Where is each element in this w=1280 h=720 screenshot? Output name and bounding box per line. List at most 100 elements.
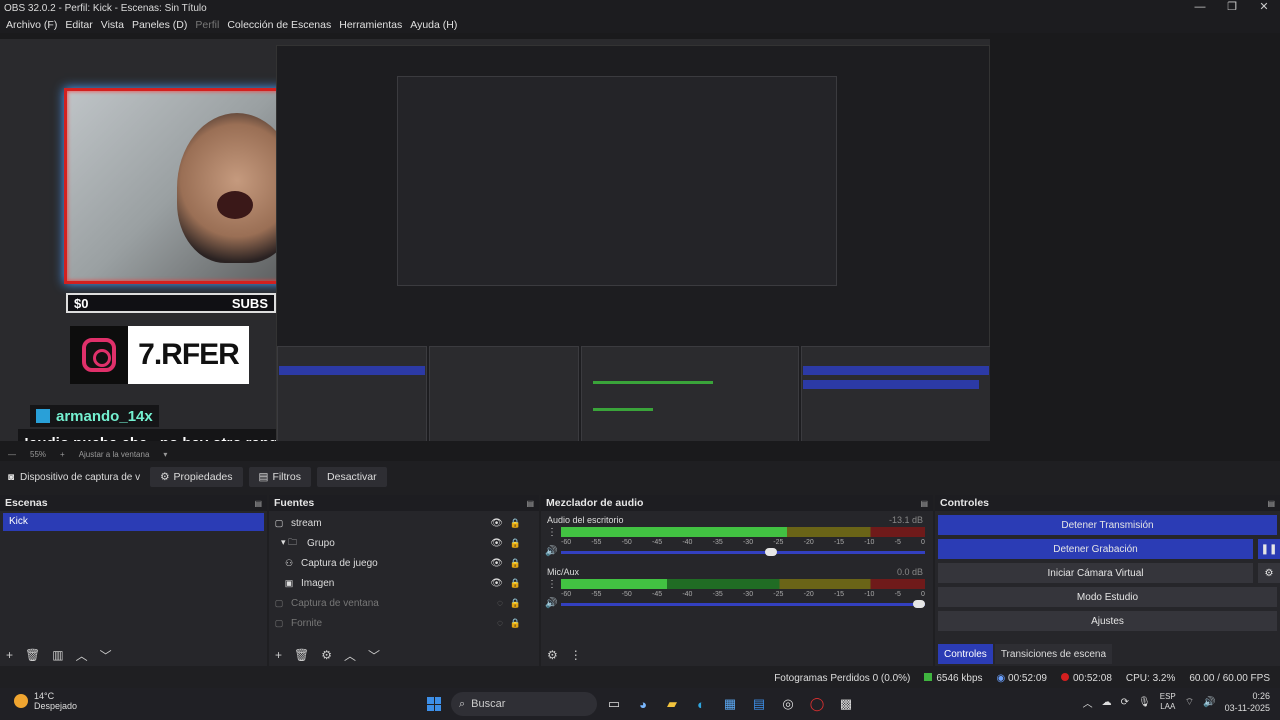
tray-chevron-icon[interactable]: ︿ xyxy=(1083,695,1093,710)
menu-herramientas[interactable]: Herramientas xyxy=(335,19,406,31)
menu-paneles[interactable]: Paneles (D) xyxy=(128,19,191,31)
speaker-icon[interactable]: 🔊 xyxy=(545,598,557,609)
dock-menu-icon[interactable]: ▤ xyxy=(526,499,534,508)
taskbar-search[interactable]: ⌕ Buscar xyxy=(451,692,597,716)
source-item[interactable]: ▢ Captura de ventana ◌ 🔒 xyxy=(269,593,539,613)
menu-archivo[interactable]: Archivo (F) xyxy=(2,19,61,31)
preview-canvas[interactable]: $0 SUBS 7.RFER armando_14x !audio pucha … xyxy=(0,39,990,441)
properties-button[interactable]: ⚙ Propiedades xyxy=(150,467,243,487)
eye-hidden-icon[interactable]: ◌ xyxy=(497,598,503,609)
advanced-audio-icon[interactable]: ⚙ xyxy=(547,648,558,662)
maximize-button[interactable]: ❐ xyxy=(1216,0,1248,16)
menu-editar[interactable]: Editar xyxy=(61,19,96,31)
filters-button[interactable]: ▤ Filtros xyxy=(248,467,312,487)
preview-area[interactable]: $0 SUBS 7.RFER armando_14x !audio pucha … xyxy=(0,33,1280,447)
virtual-camera-button[interactable]: Iniciar Cámara Virtual ⚙ xyxy=(938,563,1280,583)
zoom-out-icon[interactable]: — xyxy=(8,450,16,459)
stream-icon: ◉ xyxy=(996,672,1009,684)
eye-icon[interactable]: 👁 xyxy=(490,578,503,589)
lock-icon[interactable]: 🔒 xyxy=(510,618,521,629)
eye-icon[interactable]: 👁 xyxy=(490,538,503,549)
wifi-icon[interactable]: ⌔ xyxy=(1185,696,1194,709)
source-item[interactable]: ▢ stream 👁 🔒 xyxy=(269,513,539,533)
lock-icon[interactable]: 🔒 xyxy=(510,598,521,609)
minimize-button[interactable]: — xyxy=(1184,0,1216,16)
gear-icon[interactable]: ⚙ xyxy=(1258,563,1280,583)
menu-bar: Archivo (F) Editar Vista Paneles (D) Per… xyxy=(0,16,1280,33)
gear-icon[interactable]: ⚙ xyxy=(321,648,332,662)
edge-icon[interactable]: ◐ xyxy=(691,694,711,714)
speaker-icon[interactable]: 🔊 xyxy=(545,546,557,557)
menu-ayuda[interactable]: Ayuda (H) xyxy=(406,19,461,31)
channel-menu-icon[interactable]: ⋮ xyxy=(547,579,557,590)
move-down-icon[interactable]: ﹀ xyxy=(100,647,112,664)
close-button[interactable]: ✕ xyxy=(1248,0,1280,16)
zoom-fit[interactable]: Ajustar a la ventana xyxy=(79,450,150,459)
menu-coleccion-escenas[interactable]: Colección de Escenas xyxy=(223,19,335,31)
menu-vista[interactable]: Vista xyxy=(97,19,128,31)
move-down-icon[interactable]: ﹀ xyxy=(368,647,380,664)
more-icon[interactable]: ⋮ xyxy=(570,648,582,662)
instagram-icon xyxy=(82,338,116,372)
eye-hidden-icon[interactable]: ◌ xyxy=(497,618,503,629)
weather-widget[interactable]: 14°C Despejado xyxy=(14,691,77,711)
tab-transitions[interactable]: Transiciones de escena xyxy=(994,644,1113,664)
dock-menu-icon[interactable]: ▤ xyxy=(920,499,928,508)
zoom-dropdown-icon[interactable]: ▾ xyxy=(163,450,167,459)
lock-icon[interactable]: 🔒 xyxy=(510,558,521,569)
opera-icon[interactable]: ◯ xyxy=(807,694,827,714)
streamer-mouth xyxy=(217,191,253,219)
add-icon[interactable]: + xyxy=(6,648,13,662)
channel-menu-icon[interactable]: ⋮ xyxy=(547,527,557,538)
menu-perfil[interactable]: Perfil xyxy=(191,19,223,31)
deactivate-button[interactable]: Desactivar xyxy=(317,467,387,487)
app-icon[interactable]: ▤ xyxy=(749,694,769,714)
volume-fader[interactable] xyxy=(561,600,925,608)
filter-icon[interactable]: ▥ xyxy=(52,648,63,662)
lang-top: ESP xyxy=(1159,692,1176,701)
volume-fader[interactable] xyxy=(561,548,925,556)
lang-bottom: LAA xyxy=(1160,702,1176,711)
dock-menu-icon[interactable]: ▤ xyxy=(254,499,262,508)
move-up-icon[interactable]: ︿ xyxy=(76,647,88,664)
lock-icon[interactable]: 🔒 xyxy=(510,518,521,529)
language-indicator[interactable]: ESP LAA xyxy=(1160,692,1176,712)
obs-icon[interactable]: ◎ xyxy=(778,694,798,714)
volume-icon[interactable]: 🔊 xyxy=(1203,697,1215,708)
fader-knob[interactable] xyxy=(913,600,925,608)
source-item[interactable]: ▣ Imagen 👁 🔒 xyxy=(269,573,539,593)
nested-stop-stream xyxy=(803,366,989,375)
source-item[interactable]: ▾ 🗀 Grupo 👁 🔒 xyxy=(269,533,539,553)
studio-mode-button[interactable]: Modo Estudio xyxy=(938,587,1277,607)
move-up-icon[interactable]: ︿ xyxy=(344,647,356,664)
remove-icon[interactable]: 🗑 xyxy=(25,648,40,662)
source-item[interactable]: ⚇ Captura de juego 👁 🔒 xyxy=(269,553,539,573)
zoom-in-icon[interactable]: + xyxy=(60,450,65,459)
scene-item-kick[interactable]: Kick xyxy=(3,513,264,531)
remove-icon[interactable]: 🗑 xyxy=(294,648,309,662)
mic-icon[interactable]: 🎙 xyxy=(1138,697,1151,708)
tab-controls[interactable]: Controles xyxy=(938,644,993,664)
copilot-icon[interactable]: ◕ xyxy=(633,694,653,714)
onedrive-icon[interactable]: ☁ xyxy=(1102,697,1112,708)
scenes-dock: Escenas ▤ Kick + 🗑 ▥ ︿ ﹀ xyxy=(0,495,267,666)
dock-menu-icon[interactable]: ▤ xyxy=(1267,499,1275,508)
file-explorer-icon[interactable]: ▰ xyxy=(662,694,682,714)
eye-icon[interactable]: 👁 xyxy=(490,518,503,529)
windows-start-icon[interactable] xyxy=(427,697,441,711)
store-icon[interactable]: ▦ xyxy=(720,694,740,714)
stop-stream-button[interactable]: Detener Transmisión xyxy=(938,515,1277,535)
lock-icon[interactable]: 🔒 xyxy=(510,538,521,549)
eye-icon[interactable]: 👁 xyxy=(490,558,503,569)
pause-icon[interactable]: ❚❚ xyxy=(1258,539,1280,559)
settings-button[interactable]: Ajustes xyxy=(938,611,1277,631)
clock[interactable]: 0:26 03-11-2025 xyxy=(1225,690,1270,714)
fader-knob[interactable] xyxy=(765,548,778,556)
lock-icon[interactable]: 🔒 xyxy=(510,578,521,589)
source-item[interactable]: ▢ Fornite ◌ 🔒 xyxy=(269,613,539,633)
capcut-icon[interactable]: ▩ xyxy=(836,694,856,714)
stop-recording-button[interactable]: Detener Grabación ❚❚ xyxy=(938,539,1280,559)
sync-icon[interactable]: ⟳ xyxy=(1121,697,1129,708)
add-icon[interactable]: + xyxy=(275,648,282,662)
task-view-icon[interactable]: ▭ xyxy=(604,694,624,714)
